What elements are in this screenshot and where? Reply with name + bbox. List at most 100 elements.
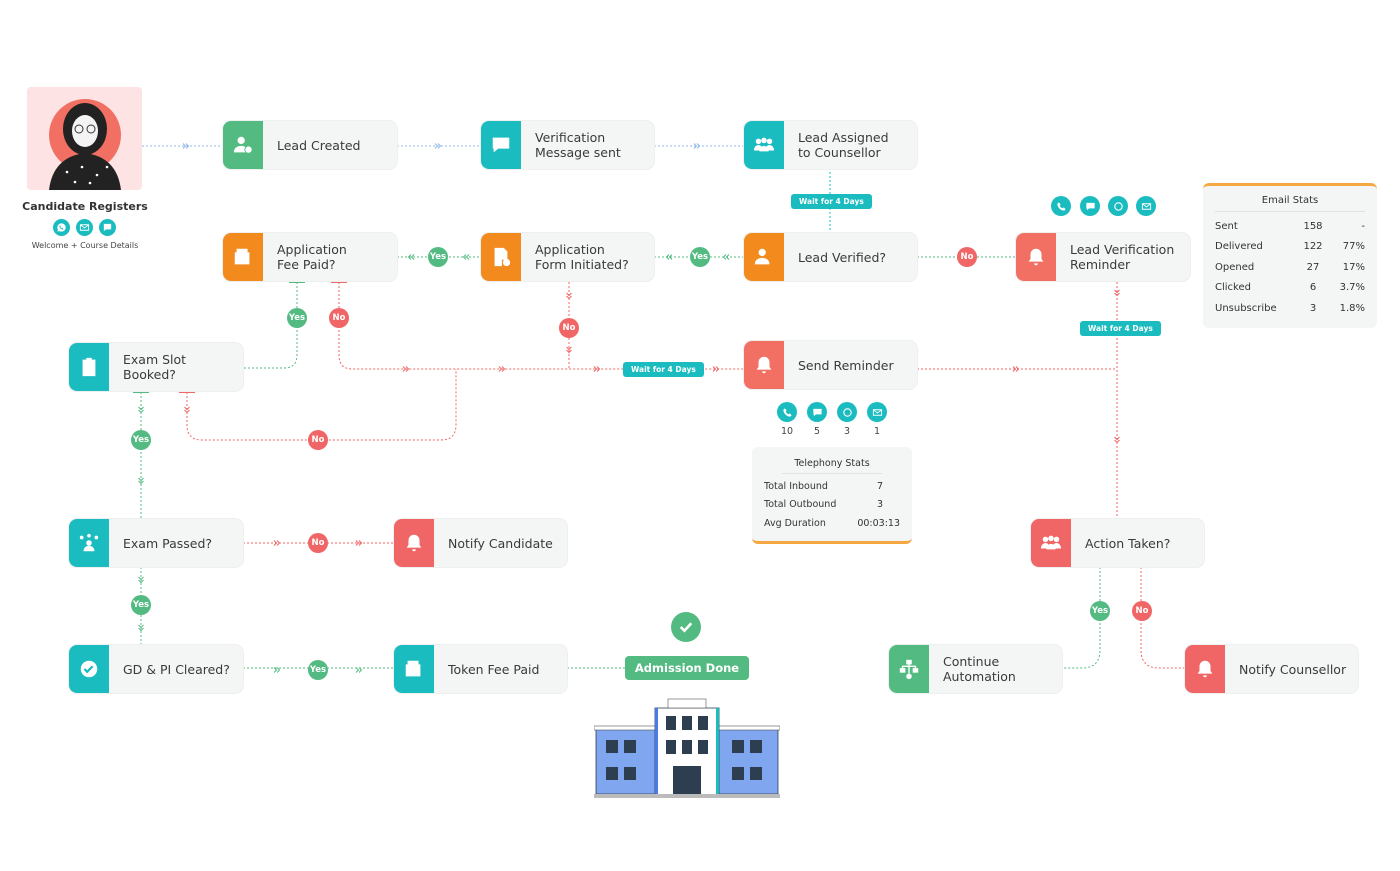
node-exam-slot[interactable]: Exam Slot Booked? — [69, 343, 243, 391]
stat-count: 158 — [1303, 220, 1323, 232]
node-gd-pi[interactable]: GD & PI Cleared? — [69, 645, 243, 693]
node-label: Send Reminder — [798, 357, 894, 373]
node-send-reminder[interactable]: Send Reminder — [744, 341, 917, 389]
bell-alert-icon — [394, 519, 434, 567]
node-label: Token Fee Paid — [448, 661, 540, 677]
stat-label: Unsubscribe — [1215, 302, 1277, 314]
node-lead-verification-reminder[interactable]: Lead Verification Reminder — [1016, 233, 1190, 281]
node-label: Application Form Initiated? — [535, 242, 629, 272]
wallet-icon — [223, 233, 263, 281]
yes-badge: Yes — [131, 430, 151, 450]
no-badge: No — [559, 318, 579, 338]
node-label: Verification Message sent — [535, 130, 621, 160]
stat-value: 7 — [876, 480, 884, 492]
email-icon[interactable] — [76, 219, 93, 236]
node-label: Exam Slot Booked? — [123, 352, 187, 382]
user-check-icon — [744, 233, 784, 281]
node-notify-candidate[interactable]: Notify Candidate — [394, 519, 567, 567]
node-exam-passed[interactable]: Exam Passed? — [69, 519, 243, 567]
yes-badge: Yes — [308, 660, 328, 680]
node-label: Action Taken? — [1085, 535, 1171, 551]
group-icon — [744, 121, 784, 169]
wait-badge: Wait for 4 Days — [791, 194, 872, 209]
email-stats-card: Email Stats Sent 158 - Delivered 122 77% Opene… — [1203, 183, 1377, 328]
no-badge: No — [308, 533, 328, 553]
stat-percent: 1.8% — [1339, 302, 1365, 314]
sms-count: 5 — [813, 426, 821, 437]
yes-badge: Yes — [690, 247, 710, 267]
node-token-fee[interactable]: Token Fee Paid — [394, 645, 567, 693]
admission-done-badge: Admission Done — [625, 656, 749, 680]
stat-value: 00:03:13 — [857, 517, 900, 529]
email-icon[interactable] — [1136, 196, 1156, 216]
sms-icon[interactable] — [807, 402, 827, 422]
node-lead-assigned[interactable]: Lead Assigned to Counsellor — [744, 121, 917, 169]
stat-label: Opened — [1215, 261, 1255, 273]
node-lead-created[interactable]: Lead Created — [223, 121, 397, 169]
stat-count: 6 — [1309, 282, 1317, 294]
candidate-subtitle: Welcome + Course Details — [31, 241, 139, 250]
stat-count: 27 — [1306, 261, 1320, 273]
email-stat-row: Opened 27 17% — [1215, 257, 1365, 278]
email-stat-row: Delivered 122 77% — [1215, 237, 1365, 258]
stat-label: Clicked — [1215, 282, 1251, 294]
node-label: Application Fee Paid? — [277, 242, 347, 272]
node-label: GD & PI Cleared? — [123, 661, 230, 677]
node-notify-counsellor[interactable]: Notify Counsellor — [1185, 645, 1358, 693]
star-user-icon — [69, 519, 109, 567]
candidate-title: Candidate Registers — [22, 200, 148, 213]
stat-percent: 77% — [1342, 241, 1365, 253]
email-count: 1 — [873, 426, 881, 437]
node-label: Exam Passed? — [123, 535, 213, 551]
check-circle-icon — [69, 645, 109, 693]
email-stat-row: Unsubscribe 3 1.8% — [1215, 298, 1365, 319]
group-icon — [1031, 519, 1071, 567]
stat-label: Total Inbound — [764, 480, 828, 492]
email-stat-row: Sent 158 - — [1215, 216, 1365, 237]
node-continue-automation[interactable]: Continue Automation — [889, 645, 1062, 693]
node-app-form[interactable]: Application Form Initiated? — [481, 233, 654, 281]
stat-percent: - — [1361, 220, 1365, 232]
stat-label: Delivered — [1215, 241, 1263, 253]
node-app-fee[interactable]: Application Fee Paid? — [223, 233, 397, 281]
telephony-stat-row: Total Outbound 3 — [764, 496, 900, 515]
node-label: Lead Verification Reminder — [1070, 242, 1175, 272]
whatsapp-icon[interactable] — [1108, 196, 1128, 216]
wait-badge: Wait for 4 Days — [623, 362, 704, 377]
email-stats-title: Email Stats — [1215, 195, 1365, 212]
whatsapp-icon[interactable] — [53, 219, 70, 236]
no-badge: No — [1132, 601, 1152, 621]
form-check-icon — [481, 233, 521, 281]
stat-label: Total Outbound — [764, 499, 837, 511]
node-action-taken[interactable]: Action Taken? — [1031, 519, 1204, 567]
check-circle-icon — [671, 612, 701, 642]
bell-alert-icon — [744, 341, 784, 389]
email-icon[interactable] — [867, 402, 887, 422]
building-illustration — [594, 698, 780, 798]
no-badge: No — [329, 308, 349, 328]
whatsapp-icon[interactable] — [837, 402, 857, 422]
node-label: Lead Assigned to Counsellor — [798, 130, 889, 160]
bell-alert-icon — [1185, 645, 1225, 693]
node-lead-verified[interactable]: Lead Verified? — [744, 233, 917, 281]
sitemap-icon — [889, 645, 929, 693]
chat-icon[interactable] — [99, 219, 116, 236]
bell-alert-icon — [1016, 233, 1056, 281]
chat-bubble-icon — [481, 121, 521, 169]
wait-badge: Wait for 4 Days — [1080, 321, 1161, 336]
node-verification-sent[interactable]: Verification Message sent — [481, 121, 654, 169]
sms-icon[interactable] — [1080, 196, 1100, 216]
no-badge: No — [308, 430, 328, 450]
stat-label: Avg Duration — [764, 517, 826, 529]
yes-badge: Yes — [131, 595, 151, 615]
wallet-icon — [394, 645, 434, 693]
whatsapp-count: 3 — [843, 426, 851, 437]
stat-count: 122 — [1303, 241, 1323, 253]
stat-percent: 17% — [1342, 261, 1365, 273]
email-stat-row: Clicked 6 3.7% — [1215, 278, 1365, 299]
phone-icon[interactable] — [777, 402, 797, 422]
phone-icon[interactable] — [1051, 196, 1071, 216]
node-label: Continue Automation — [943, 654, 1016, 684]
candidate-avatar — [27, 87, 142, 190]
no-badge: No — [957, 247, 977, 267]
